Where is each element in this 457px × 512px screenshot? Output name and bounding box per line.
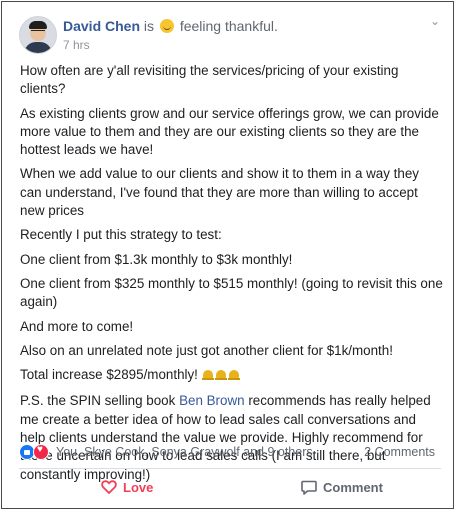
post-paragraph: One client from $325 monthly to $515 mon…	[20, 275, 443, 310]
divider	[19, 468, 441, 469]
comment-button[interactable]: Comment	[301, 472, 383, 502]
reactions-bar: You, Skye Cook, Sonya Graywolf and 9 oth…	[19, 444, 441, 462]
post-paragraph: And more to come!	[20, 318, 134, 334]
love-reaction-icon	[33, 444, 49, 460]
love-button[interactable]: Love	[101, 472, 153, 502]
bell-icon	[214, 370, 227, 381]
avatar[interactable]	[19, 16, 57, 54]
post-paragraph: As existing clients grow and our service…	[20, 105, 439, 158]
bell-emojis	[201, 368, 241, 386]
comments-count[interactable]: 2 Comments	[364, 445, 435, 459]
reaction-icons[interactable]	[19, 444, 53, 460]
comment-label: Comment	[323, 479, 383, 495]
heart-icon	[101, 480, 117, 494]
love-label: Love	[123, 479, 154, 495]
comment-icon	[301, 480, 317, 495]
post-paragraph: When we add value to our clients and sho…	[20, 166, 419, 219]
reaction-names[interactable]: You, Skye Cook, Sonya Graywolf and 9 oth…	[56, 445, 313, 459]
mention-link[interactable]: Ben Brown	[179, 393, 245, 408]
total-text: Total increase $2895/monthly!	[20, 367, 198, 383]
chevron-down-icon[interactable]: ⌄	[430, 15, 440, 27]
post-paragraph: One client from $1.3k monthly to $3k mon…	[20, 251, 293, 267]
status-prefix: is	[143, 18, 155, 34]
bell-icon	[227, 370, 240, 381]
post-paragraph: Also on an unrelated note just got anoth…	[20, 342, 393, 358]
feeling-text: feeling thankful.	[179, 18, 278, 34]
ps-text-before: P.S. the SPIN selling book	[20, 393, 176, 409]
post-body: How often are y'all revisiting the servi…	[20, 62, 444, 490]
post-title-line: David Chen is feeling thankful.	[63, 18, 278, 34]
post-paragraph-total: Total increase $2895/monthly!	[20, 366, 444, 386]
smiley-emoji-icon	[159, 19, 174, 33]
post-paragraph: Recently I put this strategy to test:	[20, 227, 222, 243]
post-card: David Chen is feeling thankful. 7 hrs ⌄ …	[1, 1, 454, 509]
bell-icon	[201, 370, 214, 381]
action-bar: Love Comment	[19, 472, 441, 502]
post-paragraph-ps: P.S. the SPIN selling book Ben Brown rec…	[20, 392, 444, 483]
author-name[interactable]: David Chen	[63, 18, 140, 34]
post-timestamp[interactable]: 7 hrs	[63, 38, 90, 52]
post-paragraph: How often are y'all revisiting the servi…	[20, 63, 399, 97]
